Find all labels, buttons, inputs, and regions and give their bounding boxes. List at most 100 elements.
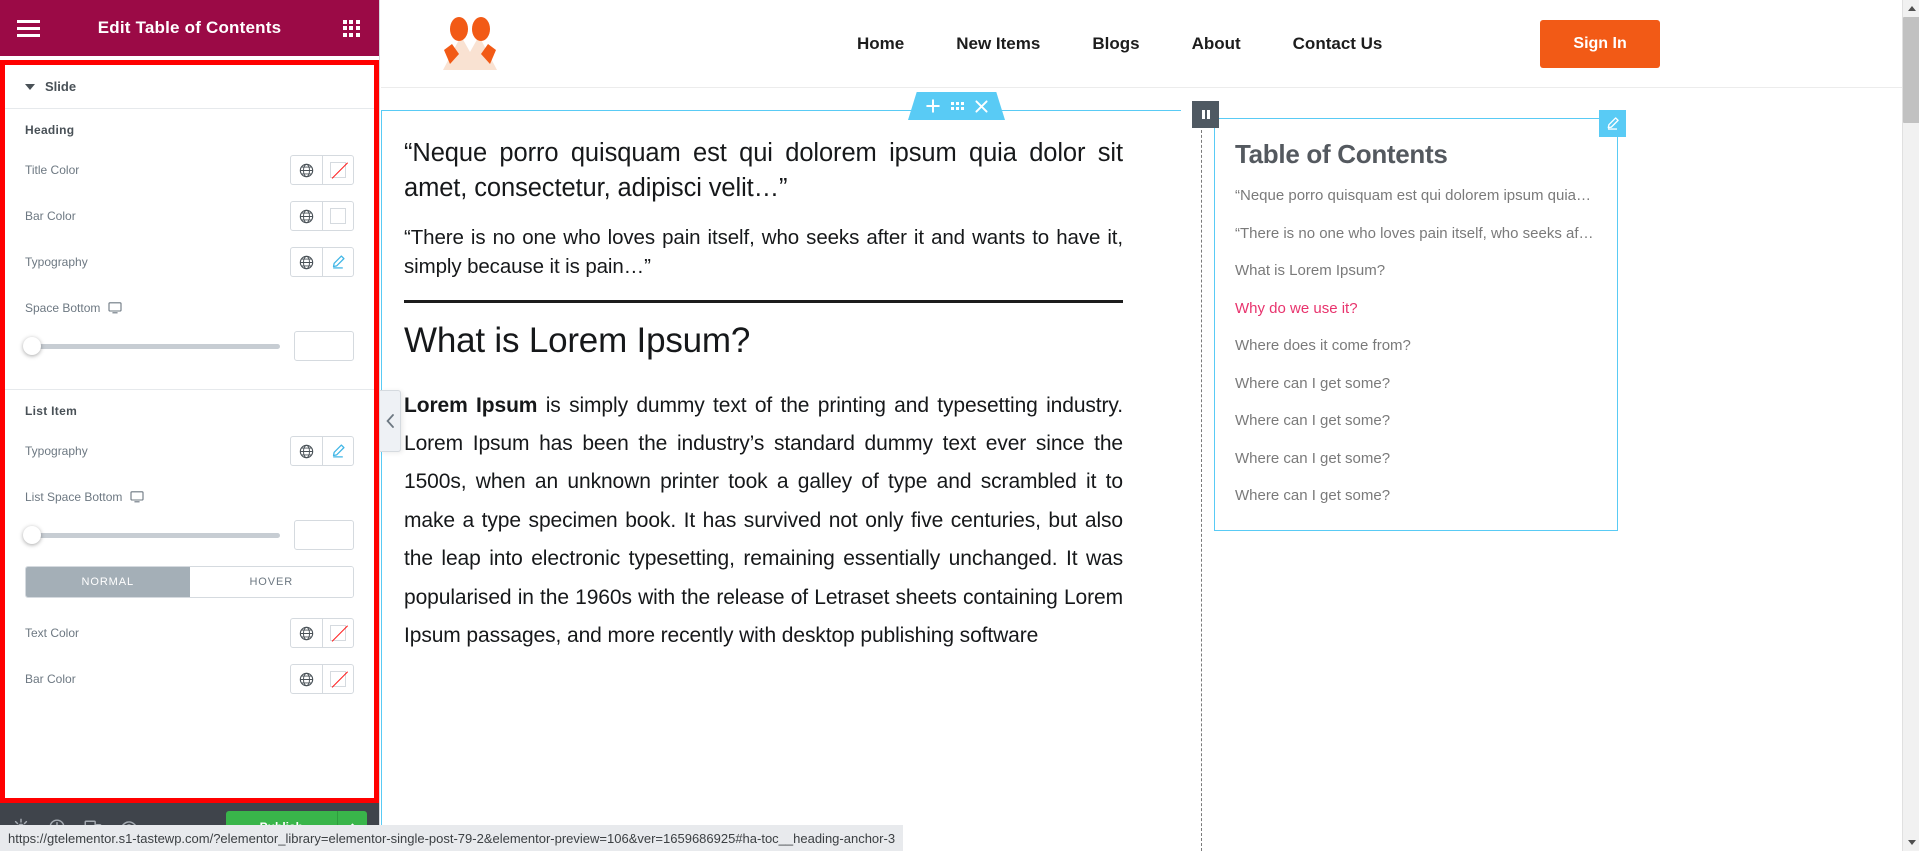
typography-control (290, 247, 354, 277)
globe-icon-svg (299, 209, 314, 223)
control-label: Title Color (25, 163, 80, 177)
globe-icon-svg (299, 444, 314, 458)
caret-down-icon (25, 83, 35, 90)
heading-group-title: Heading (25, 123, 75, 137)
close-icon[interactable] (974, 99, 988, 113)
control-label: Typography (25, 255, 88, 269)
toc-item[interactable]: Where can I get some? (1235, 486, 1595, 506)
color-swatch-empty (330, 162, 349, 179)
toc-item-active[interactable]: Why do we use it? (1235, 299, 1595, 319)
toc-item[interactable]: What is Lorem Ipsum? (1235, 261, 1595, 281)
toc-edit-button[interactable] (1599, 110, 1626, 137)
nav-item-new-items[interactable]: New Items (956, 34, 1040, 54)
nav-item-contact-us[interactable]: Contact Us (1293, 34, 1383, 54)
control-text-color: Text Color (25, 616, 354, 650)
site-header: Home New Items Blogs About Contact Us Si… (381, 0, 1919, 88)
control-label: Typography (25, 444, 88, 458)
panel-controls-scroll: Slide Heading Title Color Bar Color Typo… (0, 60, 379, 803)
list-space-bottom-label-wrap: List Space Bottom (25, 490, 144, 504)
toc-item[interactable]: Where can I get some? (1235, 449, 1595, 469)
scroll-down-arrow[interactable] (1903, 834, 1919, 851)
list-bar-color-swatch[interactable] (322, 665, 353, 693)
globe-icon[interactable] (291, 202, 322, 230)
section-toolbar-inner (908, 92, 1005, 120)
typography-control (290, 436, 354, 466)
status-bar-url: https://gtelementor.s1-tastewp.com/?elem… (0, 825, 904, 851)
control-list-space-bottom-label-row: List Space Bottom (25, 480, 354, 514)
space-bottom-slider[interactable] (23, 336, 280, 356)
control-title-color: Title Color (25, 153, 354, 187)
space-bottom-label-wrap: Space Bottom (25, 301, 122, 315)
toc-column: Table of Contents “Neque porro quisquam … (1192, 101, 1626, 851)
panel-header: Edit Table of Contents (0, 0, 379, 56)
grid-dots-icon[interactable] (950, 102, 964, 110)
bar-color-swatch[interactable] (322, 202, 353, 230)
toc-item[interactable]: Where can I get some? (1235, 411, 1595, 431)
post-content-column: “Neque porro quisquam est qui dolorem ip… (381, 110, 1181, 851)
control-typography-list: Typography (25, 434, 354, 468)
nav-item-home[interactable]: Home (857, 34, 904, 54)
post-heading: What is Lorem Ipsum? (404, 320, 751, 360)
globe-icon[interactable] (291, 156, 322, 184)
post-quote-1: “Neque porro quisquam est qui dolorem ip… (404, 139, 1123, 203)
editor-canvas: “Neque porro quisquam est qui dolorem ip… (381, 101, 1919, 851)
plus-icon-svg (925, 99, 940, 113)
globe-icon-svg (299, 626, 314, 640)
plus-icon[interactable] (925, 99, 940, 113)
site-logo-icon[interactable] (431, 14, 509, 74)
globe-icon[interactable] (291, 248, 322, 276)
section-slide-header[interactable]: Slide (5, 65, 374, 109)
color-control (290, 155, 354, 185)
control-label: List Space Bottom (25, 490, 123, 504)
elementor-panel: Edit Table of Contents Slide Heading Tit… (0, 0, 380, 851)
desktop-icon[interactable] (130, 491, 144, 503)
slider-knob[interactable] (23, 526, 41, 544)
slider-track (25, 343, 280, 349)
nav-item-blogs[interactable]: Blogs (1092, 34, 1139, 54)
browser-scrollbar[interactable] (1902, 0, 1919, 851)
nav-item-about[interactable]: About (1192, 34, 1241, 54)
tab-hover[interactable]: HOVER (189, 567, 353, 597)
color-control (290, 618, 354, 648)
list-typography-edit-button[interactable] (322, 437, 353, 465)
pencil-icon (332, 444, 345, 458)
close-icon-svg (974, 99, 988, 113)
globe-icon[interactable] (291, 665, 322, 693)
toc-item[interactable]: Where can I get some? (1235, 374, 1595, 394)
pencil-icon (1607, 117, 1619, 130)
toc-item[interactable]: “There is no one who loves pain itself, … (1235, 224, 1595, 244)
grid-icon[interactable] (323, 0, 379, 56)
globe-icon[interactable] (291, 437, 322, 465)
widget-handle-icon[interactable] (1192, 101, 1219, 128)
scroll-thumb[interactable] (1903, 17, 1919, 123)
control-label: Space Bottom (25, 301, 101, 315)
sign-in-button[interactable]: Sign In (1540, 19, 1660, 68)
title-color-swatch[interactable] (322, 156, 353, 184)
hamburger-icon[interactable] (0, 0, 56, 56)
panel-collapse-handle[interactable] (380, 390, 401, 452)
slider-knob[interactable] (23, 337, 41, 355)
list-item-group: List Item Typography List Space Bottom N… (5, 390, 374, 714)
typography-edit-button[interactable] (322, 248, 353, 276)
space-bottom-input[interactable] (294, 331, 354, 361)
list-item-group-title: List Item (25, 404, 78, 418)
control-label: Bar Color (25, 209, 76, 223)
list-space-bottom-input[interactable] (294, 520, 354, 550)
tab-normal[interactable]: NORMAL (26, 567, 190, 597)
control-bar-color: Bar Color (25, 199, 354, 233)
toc-item[interactable]: Where does it come from? (1235, 336, 1595, 356)
text-color-swatch[interactable] (322, 619, 353, 647)
scroll-up-arrow[interactable] (1903, 0, 1919, 17)
list-space-bottom-slider[interactable] (23, 525, 280, 545)
control-typography-heading: Typography (25, 245, 354, 279)
desktop-icon[interactable] (108, 302, 122, 314)
globe-icon[interactable] (291, 619, 322, 647)
color-swatch-empty (330, 625, 349, 642)
list-space-bottom-slider-row (23, 520, 354, 550)
color-control (290, 664, 354, 694)
slider-track (25, 532, 280, 538)
globe-icon-svg (299, 255, 314, 269)
color-control (290, 201, 354, 231)
toc-item[interactable]: “Neque porro quisquam est qui dolorem ip… (1235, 186, 1595, 206)
post-paragraph-rest: is simply dummy text of the printing and… (404, 393, 1123, 648)
